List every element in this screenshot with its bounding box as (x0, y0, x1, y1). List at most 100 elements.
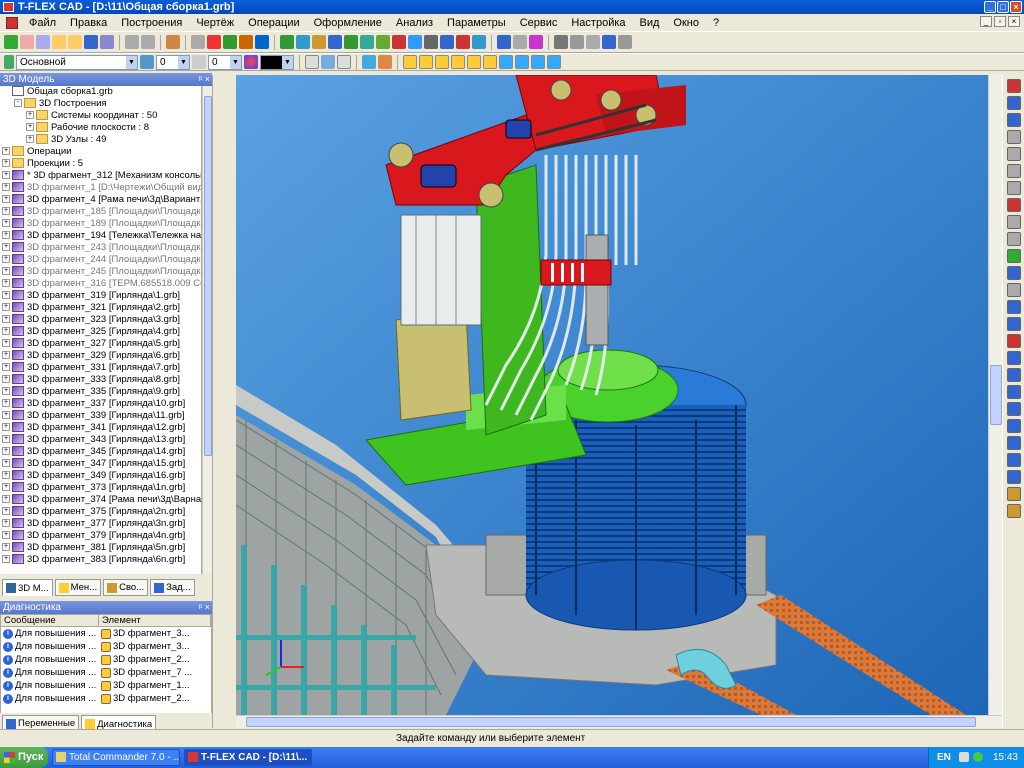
toolbar-tool-icon[interactable] (602, 35, 616, 49)
select-filter-icon[interactable] (362, 55, 376, 69)
expand-toggle-icon[interactable]: + (2, 507, 10, 516)
tree-item[interactable]: + Операции (0, 146, 201, 158)
expand-toggle-icon[interactable]: - (14, 99, 22, 108)
tree-item[interactable]: Общая сборка1.grb (0, 86, 201, 98)
3d-viewport[interactable] (236, 75, 988, 715)
tree-item[interactable]: +3D фрагмент_331 [Гирлянда\7.grb] (0, 362, 201, 374)
expand-toggle-icon[interactable]: + (2, 531, 10, 540)
menu-item-3[interactable]: Чертёж (189, 17, 241, 29)
expand-toggle-icon[interactable]: + (2, 183, 10, 192)
expand-toggle-icon[interactable]: + (26, 123, 34, 132)
expand-toggle-icon[interactable]: + (2, 315, 10, 324)
menu-item-5[interactable]: Оформление (307, 17, 389, 29)
tree-item[interactable]: +3D фрагмент_323 [Гирлянда\3.grb] (0, 314, 201, 326)
expand-toggle-icon[interactable]: + (2, 387, 10, 396)
tree-item[interactable]: +3D фрагмент_383 [Гирлянда\6n.grb] (0, 554, 201, 566)
view-tool-icon[interactable] (1006, 487, 1021, 501)
tree-item[interactable]: + Системы координат : 50 (0, 110, 201, 122)
view-tool-icon[interactable] (1006, 368, 1021, 382)
diag-pin-icon[interactable]: ᵖ × (199, 601, 210, 614)
tree-item[interactable]: +3D фрагмент_377 [Гирлянда\3n.grb] (0, 518, 201, 530)
tree-item[interactable]: +3D фрагмент_335 [Гирлянда\9.grb] (0, 386, 201, 398)
expand-toggle-icon[interactable]: + (26, 135, 34, 144)
viewport-hscroll[interactable] (236, 715, 1002, 728)
expand-toggle-icon[interactable]: + (2, 435, 10, 444)
menu-item-8[interactable]: Сервис (513, 17, 565, 29)
tree-item[interactable]: +3D фрагмент_244 [Площадки\Площадка (0, 254, 201, 266)
toolbar-tool-icon[interactable] (68, 35, 82, 49)
tree-item[interactable]: +3D фрагмент_319 [Гирлянда\1.grb] (0, 290, 201, 302)
viewport-vscroll-thumb[interactable] (990, 365, 1002, 425)
view-tool-icon[interactable] (1006, 334, 1021, 348)
diagnostic-row[interactable]: i Для повышения ... 3D фрагмент_3... (1, 640, 211, 653)
expand-toggle-icon[interactable]: + (2, 159, 10, 168)
tree-tab-3[interactable]: Зад... (150, 579, 195, 596)
tree-item[interactable]: +3D фрагмент_325 [Гирлянда\4.grb] (0, 326, 201, 338)
tree-item[interactable]: +3D фрагмент_343 [Гирлянда\13.grb] (0, 434, 201, 446)
tree-item[interactable]: +3D фрагмент_374 [Рама печи\3д\Варна (0, 494, 201, 506)
menu-item-9[interactable]: Настройка (564, 17, 632, 29)
language-indicator[interactable]: EN (937, 747, 951, 768)
tree-item[interactable]: +3D фрагмент_245 [Площадки\Площадка (0, 266, 201, 278)
tree-item[interactable]: +3D фрагмент_333 [Гирлянда\8.grb] (0, 374, 201, 386)
view-tool-icon[interactable] (1006, 300, 1021, 314)
view-tool-icon[interactable] (1006, 198, 1021, 212)
toolbar-tool-icon[interactable] (360, 35, 374, 49)
selector-icon[interactable] (451, 55, 465, 69)
tree-tab-1[interactable]: Мен... (54, 579, 102, 596)
expand-toggle-icon[interactable]: + (2, 171, 10, 180)
view-tool-icon[interactable] (1006, 249, 1021, 263)
tree-item[interactable]: +3D фрагмент_339 [Гирлянда\11.grb] (0, 410, 201, 422)
menu-item-2[interactable]: Построения (114, 17, 189, 29)
expand-toggle-icon[interactable]: + (2, 279, 10, 288)
selector-icon[interactable] (499, 55, 513, 69)
diagnostic-row[interactable]: i Для повышения ... 3D фрагмент_2... (1, 692, 211, 705)
toolbar-tool-icon[interactable] (141, 35, 155, 49)
toolbar-tool-icon[interactable] (36, 35, 50, 49)
expand-toggle-icon[interactable]: + (2, 231, 10, 240)
expand-toggle-icon[interactable]: + (2, 375, 10, 384)
toolbar-tool-icon[interactable] (586, 35, 600, 49)
expand-toggle-icon[interactable]: + (2, 411, 10, 420)
toolbar-tool-icon[interactable] (440, 35, 454, 49)
expand-toggle-icon[interactable]: + (2, 483, 10, 492)
toolbar-tool-icon[interactable] (280, 35, 294, 49)
expand-toggle-icon[interactable]: + (2, 291, 10, 300)
toolbar-tool-icon[interactable] (344, 35, 358, 49)
clock[interactable]: 15:43 (993, 752, 1018, 763)
toolbar-tool-icon[interactable] (472, 35, 486, 49)
tree-item[interactable]: +3D фрагмент_243 [Площадки\Площадка (0, 242, 201, 254)
filter-icon[interactable] (378, 55, 392, 69)
view-tool-icon[interactable] (1006, 504, 1021, 518)
toolbar-tool-icon[interactable] (408, 35, 422, 49)
selector-icon[interactable] (515, 55, 529, 69)
expand-toggle-icon[interactable]: + (2, 459, 10, 468)
expand-toggle-icon[interactable]: + (2, 399, 10, 408)
toolbar-tool-icon[interactable] (392, 35, 406, 49)
panel-pin-icon[interactable]: ᵖ × (199, 73, 210, 86)
priority-icon[interactable] (192, 55, 206, 69)
toolbar-tool-icon[interactable] (424, 35, 438, 49)
layer-icon[interactable] (140, 55, 154, 69)
tree-item[interactable]: +3D фрагмент_379 [Гирлянда\4n.grb] (0, 530, 201, 542)
expand-toggle-icon[interactable]: + (2, 447, 10, 456)
expand-toggle-icon[interactable]: + (2, 195, 10, 204)
tree-item[interactable]: +3D фрагмент_349 [Гирлянда\16.grb] (0, 470, 201, 482)
tree-item[interactable]: +3D фрагмент_347 [Гирлянда\15.grb] (0, 458, 201, 470)
viewport-vscroll[interactable] (988, 75, 1002, 715)
expand-toggle-icon[interactable]: + (2, 243, 10, 252)
tree-scrollbar[interactable] (202, 86, 212, 574)
expand-toggle-icon[interactable]: + (2, 555, 10, 564)
color-palette-icon[interactable] (244, 55, 258, 69)
toolbar-tool-icon[interactable] (100, 35, 114, 49)
viewport-hscroll-thumb[interactable] (246, 717, 976, 727)
toolbar-tool-icon[interactable] (513, 35, 527, 49)
selector-icon[interactable] (531, 55, 545, 69)
expand-toggle-icon[interactable]: + (2, 207, 10, 216)
expand-toggle-icon[interactable]: + (2, 363, 10, 372)
toolbar-tool-icon[interactable] (312, 35, 326, 49)
doc-close-button[interactable]: × (1008, 16, 1020, 27)
menu-item-4[interactable]: Операции (241, 17, 306, 29)
selector-icon[interactable] (547, 55, 561, 69)
toolbar-tool-icon[interactable] (239, 35, 253, 49)
